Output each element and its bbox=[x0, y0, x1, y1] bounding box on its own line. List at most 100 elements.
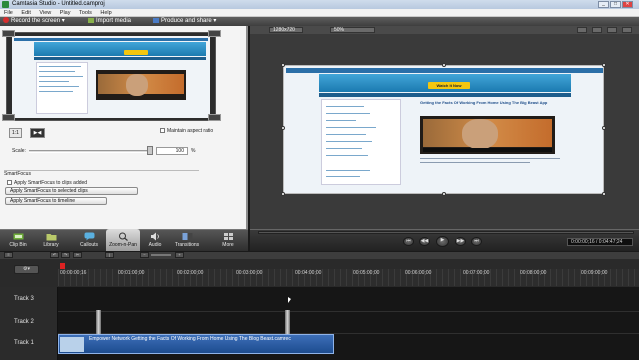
track-1-label[interactable]: Track 1 bbox=[14, 340, 34, 346]
apply-smartfocus-timeline-button[interactable]: Apply SmartFocus to timeline bbox=[5, 197, 107, 205]
site-video bbox=[420, 116, 555, 154]
redo-icon[interactable]: ↷ bbox=[61, 252, 70, 258]
seek-bar[interactable] bbox=[258, 231, 634, 234]
tab-clip-bin[interactable]: Clip Bin bbox=[1, 229, 35, 251]
site-banner bbox=[34, 42, 206, 56]
playhead[interactable] bbox=[60, 263, 65, 269]
preview-tool-icon[interactable] bbox=[607, 27, 617, 33]
resize-handle[interactable] bbox=[281, 126, 285, 130]
site-topbar bbox=[286, 68, 603, 73]
zoom-pan-marker[interactable] bbox=[285, 310, 290, 336]
produce-share-button[interactable]: Produce and share ▾ bbox=[153, 17, 216, 26]
menu-view[interactable]: View bbox=[39, 10, 51, 16]
site-topbar bbox=[14, 38, 208, 41]
crop-preview-image[interactable] bbox=[12, 36, 210, 118]
previous-clip-button[interactable]: ⏮ bbox=[403, 237, 414, 246]
track-options-button[interactable]: ⚙▾ bbox=[14, 265, 39, 274]
scale-slider-thumb[interactable] bbox=[147, 146, 153, 155]
post-text-line bbox=[420, 162, 530, 163]
one-to-one-button[interactable]: 1:1 bbox=[9, 128, 22, 138]
zoom-dropdown[interactable]: 50% bbox=[330, 27, 375, 33]
crop-handle[interactable] bbox=[208, 30, 221, 37]
smartfocus-checkbox[interactable] bbox=[7, 180, 12, 186]
sidebar-line bbox=[326, 134, 366, 135]
sidebar-line bbox=[39, 81, 69, 82]
record-screen-button[interactable]: Record the screen ▾ bbox=[3, 17, 65, 26]
tab-label: Callouts bbox=[79, 242, 99, 248]
time-ruler[interactable] bbox=[58, 269, 639, 286]
scale-input[interactable]: 100 bbox=[156, 147, 188, 155]
resize-handle[interactable] bbox=[442, 63, 446, 67]
track-2-label[interactable]: Track 2 bbox=[14, 319, 34, 325]
tab-zoom-n-pan[interactable]: Zoom-n-Pan bbox=[106, 229, 140, 251]
undo-icon[interactable]: ↶ bbox=[50, 252, 59, 258]
post-text-line bbox=[420, 158, 560, 159]
zoom-pan-marker[interactable] bbox=[96, 310, 101, 336]
track-3-label[interactable]: Track 3 bbox=[14, 296, 34, 302]
next-clip-button[interactable]: ⏭ bbox=[471, 237, 482, 246]
tab-callouts[interactable]: Callouts bbox=[72, 229, 106, 251]
video-controls bbox=[423, 148, 552, 152]
post-title: Getting the Facts Of Working From Home U… bbox=[420, 100, 548, 105]
preview-toolbar: 1280x720 50% bbox=[250, 26, 639, 34]
preview-tool-icon[interactable] bbox=[577, 27, 587, 33]
sidebar-line bbox=[326, 141, 372, 142]
preview-tool-icon[interactable] bbox=[592, 27, 602, 33]
resize-handle[interactable] bbox=[602, 192, 606, 196]
smartfocus-option[interactable]: Apply SmartFocus to clips added bbox=[7, 180, 87, 187]
timeline-zoom-slider[interactable] bbox=[151, 254, 171, 256]
fast-forward-button[interactable]: ▶▶ bbox=[455, 237, 466, 246]
maintain-aspect-option[interactable]: Maintain aspect ratio bbox=[160, 128, 213, 135]
tab-transitions[interactable]: Transitions bbox=[170, 229, 204, 251]
menu-help[interactable]: Help bbox=[100, 10, 111, 16]
resize-handle[interactable] bbox=[602, 126, 606, 130]
resize-handle[interactable] bbox=[602, 63, 606, 67]
menu-edit[interactable]: Edit bbox=[21, 10, 30, 16]
crop-handle[interactable] bbox=[208, 114, 221, 121]
minimize-button[interactable]: _ bbox=[598, 1, 609, 8]
zoom-out-icon[interactable]: − bbox=[140, 252, 149, 258]
cut-icon[interactable]: ✂ bbox=[73, 252, 82, 258]
video-person bbox=[126, 74, 148, 96]
close-button[interactable]: ✕ bbox=[622, 1, 633, 8]
zoom-icon bbox=[118, 232, 128, 241]
maximize-button[interactable]: □ bbox=[610, 1, 621, 8]
menu-file[interactable]: File bbox=[4, 10, 13, 16]
crop-handle[interactable] bbox=[2, 114, 15, 121]
record-screen-label: Record the screen ▾ bbox=[11, 18, 65, 24]
apply-smartfocus-selected-button[interactable]: Apply SmartFocus to selected clips bbox=[5, 187, 138, 195]
play-button[interactable]: ▶ bbox=[436, 236, 449, 247]
tab-library[interactable]: Library bbox=[34, 229, 68, 251]
preview-canvas[interactable]: Watch It Now Getting the Facts Of Workin… bbox=[283, 65, 604, 194]
menu-play[interactable]: Play bbox=[60, 10, 71, 16]
resize-handle[interactable] bbox=[281, 63, 285, 67]
menu-bar: File Edit View Play Tools Help bbox=[0, 9, 639, 17]
time-tick: 00:03:00;00 bbox=[236, 270, 263, 276]
split-icon[interactable]: | bbox=[105, 252, 114, 258]
tab-audio[interactable]: Audio bbox=[138, 229, 172, 251]
resize-handle[interactable] bbox=[442, 192, 446, 196]
sidebar-line bbox=[39, 76, 83, 77]
time-display: 0:00:00;16 / 0:04:47;24 bbox=[567, 238, 633, 246]
sidebar-line bbox=[326, 120, 356, 121]
detach-icon[interactable] bbox=[622, 27, 632, 33]
rewind-button[interactable]: ◀◀ bbox=[419, 237, 430, 246]
timeline-clip[interactable]: Empower Network Getting the Facts Of Wor… bbox=[58, 334, 334, 354]
scale-slider-track[interactable] bbox=[29, 150, 153, 153]
sidebar-line bbox=[326, 127, 376, 128]
timeline-menu-icon[interactable]: ≡ bbox=[4, 252, 13, 258]
zoom-in-icon[interactable]: + bbox=[175, 252, 184, 258]
divider bbox=[4, 170, 199, 171]
tab-label: Audio bbox=[148, 242, 162, 248]
tab-more[interactable]: More bbox=[211, 229, 245, 251]
title-bar: Camtasia Studio - Untitled.camproj _ □ ✕ bbox=[0, 0, 639, 9]
resolution-dropdown[interactable]: 1280x720 bbox=[269, 27, 303, 33]
maintain-aspect-checkbox[interactable] bbox=[160, 128, 165, 134]
import-media-button[interactable]: Import media bbox=[88, 17, 131, 26]
crop-handle[interactable] bbox=[2, 30, 15, 37]
menu-tools[interactable]: Tools bbox=[79, 10, 92, 16]
fit-crop-button[interactable]: ▶◀ bbox=[30, 128, 45, 138]
resize-handle[interactable] bbox=[281, 192, 285, 196]
camtasia-app-icon bbox=[2, 1, 9, 8]
sidebar-line bbox=[326, 170, 370, 171]
